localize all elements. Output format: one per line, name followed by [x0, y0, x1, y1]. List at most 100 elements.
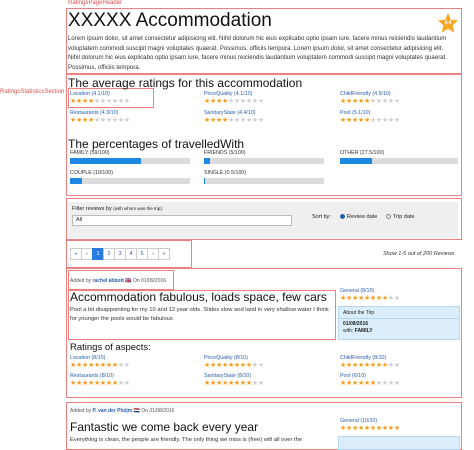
- aspect-rating-label: SanitaryState (8/10): [204, 373, 252, 379]
- travelled-with-select[interactable]: All: [72, 215, 292, 226]
- accommodation-description: Lorem ipsum dolor, sit amet consectetur …: [68, 35, 448, 71]
- avg-rating-label: SanitaryState (4.4/10): [204, 110, 256, 116]
- avg-rating-stars: ★★★★★★★★★★: [340, 98, 400, 105]
- review-1-trip-box: About the Trip 01/08/2016 with: FAMILY: [338, 306, 460, 340]
- uk-flag-icon: 🇬🇧: [125, 278, 132, 284]
- travelled-heading: The percentages of travelledWith: [68, 137, 245, 151]
- trip-box-title: About the Trip: [339, 307, 459, 319]
- filter-label: Filter reviews by (with whom was the tri…: [72, 206, 163, 212]
- page-title: XXXXX Accommodation: [68, 10, 272, 31]
- aspect-rating-location: Location (8/10) ★★★★★★★★★★: [70, 355, 130, 369]
- overall-rating-badge: 4.4: [437, 12, 459, 34]
- header-annotation-tag: RatingsPageHeader: [68, 0, 123, 6]
- review-2-general-rating: General (10/10) ★★★★★★★★★★: [340, 418, 400, 432]
- avg-rating-label: Pool (5.1/10): [340, 110, 371, 116]
- travelled-label: FRIENDS (5/100): [204, 150, 246, 156]
- travelled-other: OTHER (27.5/100): [340, 150, 458, 164]
- review-2-general-label: General (10/10): [340, 418, 378, 424]
- trip-box-with: with: FAMILY: [339, 327, 459, 335]
- travelled-friends: FRIENDS (5/100): [204, 150, 324, 164]
- aspect-rating-label: ChildFriendly (8/10): [340, 355, 387, 361]
- avg-rating-pool: Pool (5.1/10) ★★★★★★★★★★: [340, 110, 400, 124]
- star-icon: ★: [393, 425, 400, 432]
- aspect-rating-pricequality: PriceQuality (8/10) ★★★★★★★★★★: [204, 355, 264, 369]
- avg-rating-stars: ★★★★★★★★★★: [70, 117, 130, 124]
- star-icon: ★: [257, 380, 264, 387]
- avg-rating-stars: ★★★★★★★★★★: [204, 98, 264, 105]
- avg-rating-label: ChildFriendly (4.5/10): [340, 91, 391, 97]
- star-icon: ★: [123, 98, 130, 105]
- sort-review-date-radio[interactable]: Review date: [340, 214, 377, 220]
- aspect-rating-stars: ★★★★★★★★★★: [70, 380, 130, 387]
- review-1-general-rating: General (8/10) ★★★★★★★★★★: [340, 288, 400, 302]
- aspect-rating-label: PriceQuality (8/10): [204, 355, 248, 361]
- star-icon: ★: [123, 117, 130, 124]
- added-by-prefix: Added by: [70, 278, 92, 284]
- overall-rating-value: 4.4: [444, 20, 452, 26]
- travelled-label: COUPLE (10/100): [70, 170, 113, 176]
- review-2-author[interactable]: P. van der Pluijm: [93, 408, 133, 414]
- travelled-bar-track: [204, 178, 324, 184]
- review-2-general-stars: ★★★★★★★★★★: [340, 425, 400, 432]
- review-1-aspects-heading: Ratings of aspects:: [70, 342, 151, 353]
- travelled-bar-fill: [204, 178, 205, 184]
- filter-panel: Filter reviews by (with whom was the tri…: [68, 202, 458, 238]
- trip-box-date: 01/08/2016: [343, 321, 369, 327]
- aspect-rating-stars: ★★★★★★★★★★: [70, 362, 130, 369]
- travelled-bar-track: [70, 178, 190, 184]
- avg-rating-pricequality: PriceQuality (4.1/10) ★★★★★★★★★★: [204, 91, 264, 105]
- review-1-general-label: General (8/10): [340, 288, 375, 294]
- aspect-rating-stars: ★★★★★★★★★★: [340, 380, 400, 387]
- travelled-bar-fill: [204, 158, 210, 164]
- star-icon: ★: [393, 117, 400, 124]
- review-2-title: Fantastic we come back every year: [70, 420, 259, 434]
- filter-label-prefix: Filter reviews by: [72, 206, 112, 212]
- aspect-rating-label: Location (8/10): [70, 355, 106, 361]
- avg-rating-restaurants: Restaurants (4.3/10) ★★★★★★★★★★: [70, 110, 130, 124]
- star-icon: ★: [257, 117, 264, 124]
- nl-flag-icon: 🇳🇱: [133, 408, 140, 414]
- aspect-rating-label: Pool (6/10): [340, 373, 366, 379]
- averages-heading: The average ratings for this accommodati…: [68, 76, 303, 90]
- travelled-label: FAMILY (59/100): [70, 150, 110, 156]
- star-icon: ★: [393, 380, 400, 387]
- star-icon: ★: [393, 362, 400, 369]
- star-icon: ★: [393, 295, 400, 302]
- sort-trip-date-radio[interactable]: Trip date: [386, 214, 415, 220]
- travelled-couple: COUPLE (10/100): [70, 170, 190, 184]
- travelled-bar-fill: [340, 158, 373, 164]
- date-prefix: On: [141, 408, 148, 414]
- avg-rating-stars: ★★★★★★★★★★: [70, 98, 130, 105]
- date-prefix: On: [132, 278, 140, 284]
- page-last-button[interactable]: »: [158, 248, 170, 260]
- review-count-text: Show 1-5 out of 200 Reviews: [383, 251, 455, 257]
- filter-label-suffix: (with whom was the trip):: [113, 206, 164, 211]
- review-1-title: Accommodation fabulous, loads space, few…: [70, 290, 327, 304]
- avg-rating-label: Restaurants (4.3/10): [70, 110, 119, 116]
- review-1-author[interactable]: rachel abbott: [93, 278, 124, 284]
- radio-unselected-icon: [386, 214, 391, 219]
- star-icon: ★: [123, 380, 130, 387]
- travelled-bar-track: [204, 158, 324, 164]
- avg-rating-sanitarystate: SanitaryState (4.4/10) ★★★★★★★★★★: [204, 110, 264, 124]
- review-1-general-stars: ★★★★★★★★★★: [340, 295, 400, 302]
- sort-by-label: Sort by:: [312, 214, 331, 220]
- travelled-bar-track: [70, 158, 190, 164]
- sort-review-date-label: Review date: [347, 214, 378, 220]
- travelled-label: OTHER (27.5/100): [340, 150, 385, 156]
- aspect-rating-sanitarystate: SanitaryState (8/10) ★★★★★★★★★★: [204, 373, 264, 387]
- star-icon: ★: [257, 362, 264, 369]
- avg-rating-label: Location (4.1/10): [70, 91, 110, 97]
- aspect-rating-childfriendly: ChildFriendly (8/10) ★★★★★★★★★★: [340, 355, 400, 369]
- review-1-added-by: Added by rachel abbott 🇬🇧 On 01/09/2016: [70, 278, 166, 284]
- aspect-rating-stars: ★★★★★★★★★★: [340, 362, 400, 369]
- trip-with-prefix: with:: [343, 328, 354, 334]
- review-1-date: 01/09/2016: [141, 278, 167, 284]
- added-by-prefix: Added by: [70, 408, 92, 414]
- travelled-bar-fill: [70, 178, 82, 184]
- review-2-text: Everything is clean, the people are frie…: [70, 437, 303, 443]
- star-icon: ★: [123, 362, 130, 369]
- travelled-label: SINGLE (0.5/100): [204, 170, 247, 176]
- trip-with-value: FAMILY: [354, 328, 373, 334]
- review-2-added-by: Added by P. van der Pluijm 🇳🇱 On 31/08/2…: [70, 408, 174, 414]
